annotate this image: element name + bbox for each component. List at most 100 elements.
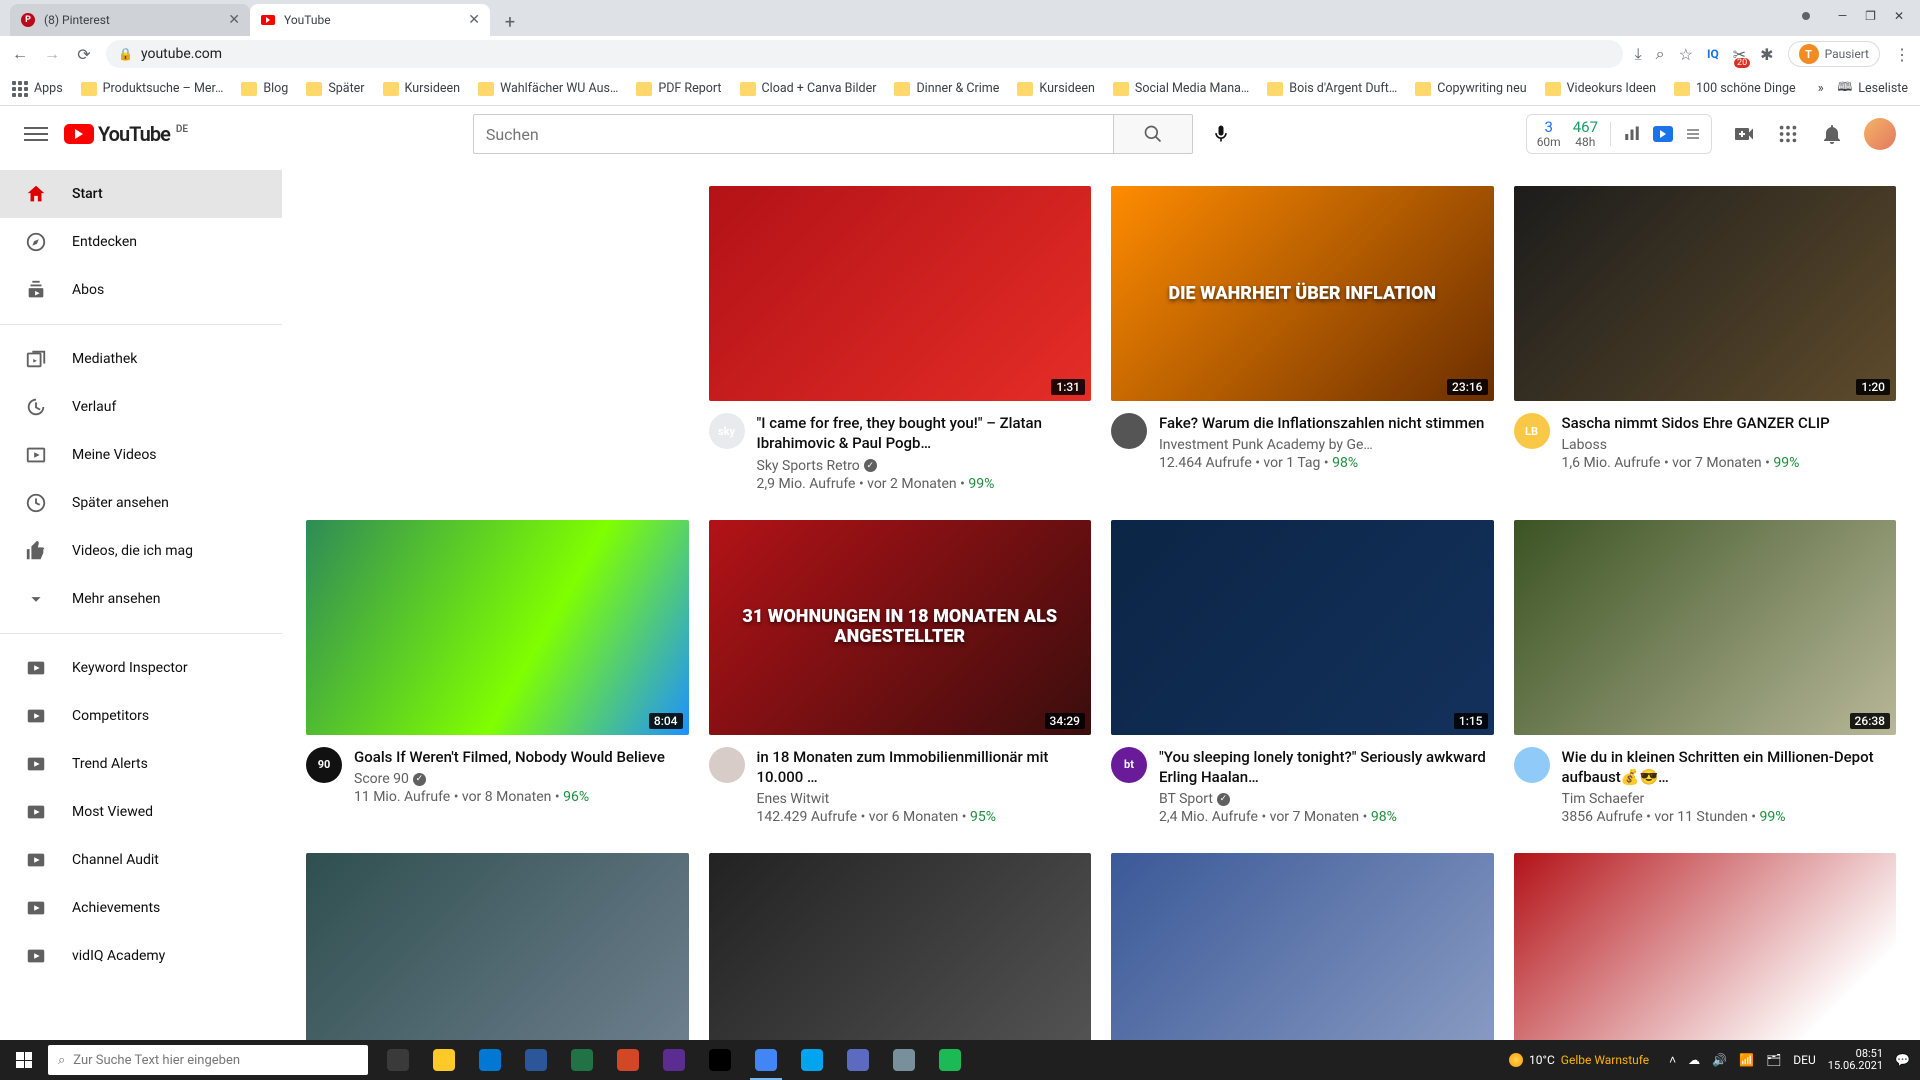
bookmark-item[interactable]: Dinner & Crime <box>894 81 999 96</box>
taskbar-app[interactable] <box>422 1040 466 1080</box>
tray-language[interactable]: DEU <box>1793 1053 1815 1067</box>
taskbar-app[interactable] <box>928 1040 972 1080</box>
action-center-icon[interactable]: 💬 <box>1895 1053 1910 1067</box>
sidebar-item-keyword-inspector[interactable]: Keyword Inspector <box>0 644 282 692</box>
channel-avatar[interactable]: sky <box>709 413 745 449</box>
taskbar-app[interactable] <box>606 1040 650 1080</box>
video-title[interactable]: "You sleeping lonely tonight?" Seriously… <box>1159 747 1494 788</box>
sidebar-item-videos-die-ich-mag[interactable]: Videos, die ich mag <box>0 527 282 575</box>
bookmark-item[interactable]: Bois d'Argent Duft… <box>1267 81 1397 96</box>
taskbar-search[interactable]: ⌕ Zur Suche Text hier eingeben <box>48 1045 368 1075</box>
channel-name[interactable]: Sky Sports Retro ✓ <box>757 458 1092 474</box>
guide-toggle-button[interactable] <box>24 127 48 141</box>
bookmark-item[interactable]: Später <box>306 81 364 96</box>
bookmark-item[interactable]: 100 schöne Dinge <box>1674 81 1796 96</box>
browser-tab-youtube[interactable]: YouTube ✕ <box>250 4 490 36</box>
sidebar-item-meine-videos[interactable]: Meine Videos <box>0 431 282 479</box>
bookmark-item[interactable]: Wahlfächer WU Aus… <box>478 81 618 96</box>
extensions-puzzle-icon[interactable]: ✱ <box>1760 45 1773 64</box>
forward-button[interactable]: → <box>42 44 62 64</box>
video-title[interactable]: Goals If Weren't Filmed, Nobody Would Be… <box>354 747 689 767</box>
tray-clock[interactable]: 08:51 15.06.2021 <box>1828 1048 1883 1072</box>
video-thumbnail[interactable] <box>709 853 1092 1040</box>
video-title[interactable]: Sascha nimmt Sidos Ehre GANZER CLIP <box>1562 413 1897 433</box>
sidebar-item-sp-ter-ansehen[interactable]: Später ansehen <box>0 479 282 527</box>
taskbar-app[interactable] <box>744 1040 788 1080</box>
vidiq-ext-icon[interactable]: IQ <box>1707 47 1719 61</box>
start-button[interactable] <box>0 1052 48 1068</box>
bookmark-item[interactable]: Kursideen <box>383 81 461 96</box>
channel-avatar[interactable]: bt <box>1111 747 1147 783</box>
video-thumbnail[interactable]: 1:20 <box>1514 186 1897 401</box>
voice-search-button[interactable] <box>1201 114 1241 154</box>
bookmark-item[interactable]: Social Media Mana… <box>1113 81 1249 96</box>
taskbar-app[interactable] <box>514 1040 558 1080</box>
weather-widget[interactable]: 10°C Gelbe Warnstufe <box>1509 1053 1649 1067</box>
apps-grid-button[interactable] <box>1776 122 1800 146</box>
address-bar[interactable]: 🔒 youtube.com <box>106 40 1623 68</box>
channel-name[interactable]: BT Sport ✓ <box>1159 791 1494 807</box>
channel-name[interactable]: Laboss <box>1562 437 1897 453</box>
video-title[interactable]: in 18 Monaten zum Immobilienmillionär mi… <box>757 747 1092 788</box>
taskbar-app[interactable] <box>790 1040 834 1080</box>
channel-avatar[interactable]: 90 <box>306 747 342 783</box>
video-title[interactable]: Wie du in kleinen Schritten ein Millione… <box>1562 747 1897 788</box>
youtube-logo[interactable]: YouTube DE <box>64 122 188 146</box>
sidebar-item-mediathek[interactable]: Mediathek <box>0 335 282 383</box>
reload-button[interactable]: ⟳ <box>74 45 94 64</box>
chrome-menu-icon[interactable]: ⋮ <box>1894 45 1910 64</box>
video-thumbnail[interactable] <box>1514 853 1897 1040</box>
tray-chevron-icon[interactable]: ˄ <box>1669 1053 1676 1067</box>
tray-wifi-icon[interactable]: 📶 <box>1739 1053 1754 1067</box>
window-minimize-icon[interactable]: — <box>1838 9 1847 23</box>
back-button[interactable]: ← <box>10 44 30 64</box>
taskbar-app[interactable] <box>698 1040 742 1080</box>
notifications-button[interactable] <box>1820 122 1844 146</box>
channel-avatar[interactable]: LB <box>1514 413 1550 449</box>
channel-avatar[interactable] <box>1111 413 1147 449</box>
video-feed[interactable]: 1:31 sky "I came for free, they bought you… <box>282 162 1920 1040</box>
tray-battery-icon[interactable]: 🗂 <box>1766 1053 1781 1067</box>
sidebar-item-most-viewed[interactable]: Most Viewed <box>0 788 282 836</box>
channel-name[interactable]: Tim Schaefer <box>1562 791 1897 807</box>
bookmark-item[interactable]: Blog <box>241 81 288 96</box>
bookmark-item[interactable]: Videokurs Ideen <box>1545 81 1656 96</box>
taskbar-app[interactable] <box>376 1040 420 1080</box>
sidebar-item-trend-alerts[interactable]: Trend Alerts <box>0 740 282 788</box>
sidebar-item-vidiq-academy[interactable]: vidIQ Academy <box>0 932 282 980</box>
profile-sync-icon[interactable] <box>1802 12 1810 20</box>
sidebar-item-achievements[interactable]: Achievements <box>0 884 282 932</box>
bookmark-item[interactable]: Cload + Canva Bilder <box>740 81 877 96</box>
channel-name[interactable]: Score 90 ✓ <box>354 771 689 787</box>
sidebar-item-start[interactable]: Start <box>0 170 282 218</box>
bookmark-star-icon[interactable]: ☆ <box>1679 45 1693 64</box>
zoom-icon[interactable]: ⌕ <box>1656 44 1665 64</box>
video-thumbnail[interactable]: 26:38 <box>1514 520 1897 735</box>
tab-close-icon[interactable]: ✕ <box>468 12 480 28</box>
bookmark-item[interactable]: Kursideen <box>1017 81 1095 96</box>
search-button[interactable] <box>1113 114 1193 154</box>
new-tab-button[interactable]: + <box>496 8 524 36</box>
vidiq-stats-widget[interactable]: 360m 46748h <box>1526 114 1712 154</box>
sidebar-item-mehr-ansehen[interactable]: Mehr ansehen <box>0 575 282 623</box>
search-input[interactable] <box>473 114 1113 154</box>
video-thumbnail[interactable]: 31 WOHNUNGEN IN 18 MONATEN ALS ANGESTELL… <box>709 520 1092 735</box>
channel-name[interactable]: Enes Witwit <box>757 791 1092 807</box>
video-thumbnail[interactable]: 1:15 <box>1111 520 1494 735</box>
channel-avatar[interactable] <box>1514 747 1550 783</box>
taskbar-app[interactable] <box>468 1040 512 1080</box>
video-thumbnail[interactable] <box>1111 853 1494 1040</box>
apps-shortcut[interactable]: Apps <box>12 81 63 97</box>
sidebar-item-entdecken[interactable]: Entdecken <box>0 218 282 266</box>
video-title[interactable]: "I came for free, they bought you!" – Zl… <box>757 413 1092 454</box>
profile-paused-chip[interactable]: T Pausiert <box>1788 41 1880 67</box>
video-title[interactable]: Fake? Warum die Inflationszahlen nicht s… <box>1159 413 1494 433</box>
bookmarks-overflow-icon[interactable]: » <box>1818 81 1824 96</box>
account-avatar[interactable] <box>1864 118 1896 150</box>
video-thumbnail[interactable]: 8:04 <box>306 520 689 735</box>
browser-tab-pinterest[interactable]: P (8) Pinterest ✕ <box>10 4 250 36</box>
extension-icon[interactable]: ✂20 <box>1733 45 1746 64</box>
bookmark-item[interactable]: Produktsuche – Mer… <box>81 81 224 96</box>
taskbar-app[interactable] <box>836 1040 880 1080</box>
video-thumbnail[interactable]: 1:31 <box>709 186 1092 401</box>
